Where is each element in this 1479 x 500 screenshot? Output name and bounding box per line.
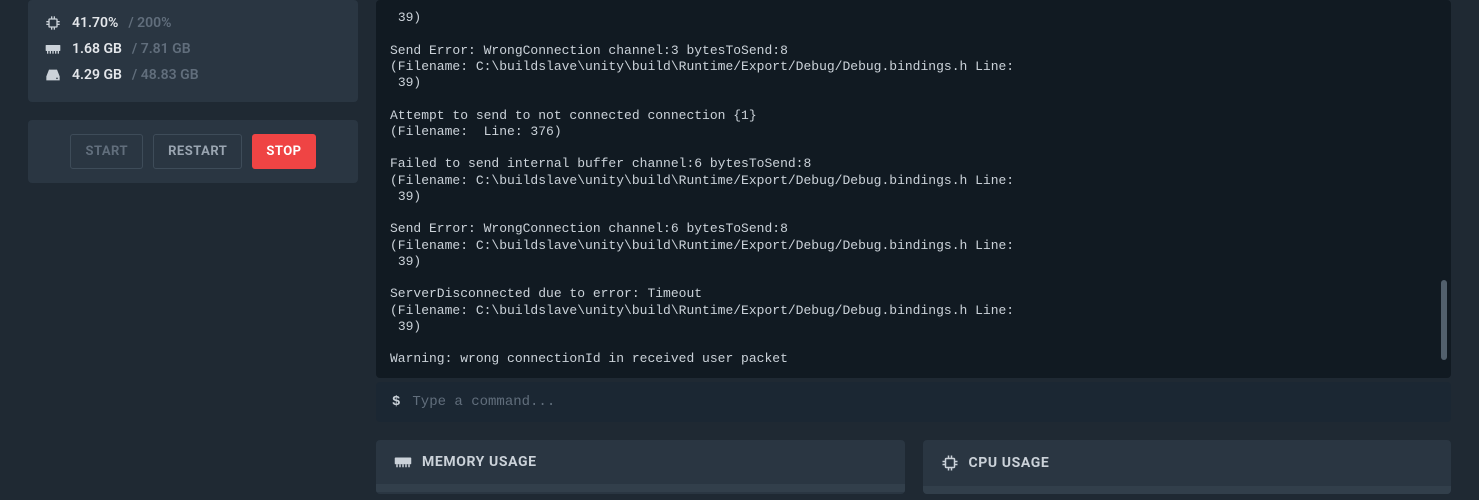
- console-log[interactable]: 39) Send Error: WrongConnection channel:…: [376, 0, 1451, 378]
- stats-card: 41.70% / 200% 1.68 GB / 7.81 GB 4.29 GB …: [28, 0, 358, 102]
- command-prompt-symbol: $: [392, 394, 400, 410]
- command-input[interactable]: [412, 394, 1435, 410]
- cpu-max: / 200%: [128, 15, 171, 31]
- cpu-icon: [44, 15, 62, 31]
- memory-max: / 7.81 GB: [132, 41, 191, 57]
- memory-usage-card: MEMORY USAGE: [376, 440, 905, 494]
- memory-chart-body: [376, 484, 905, 492]
- memory-value: 1.68 GB: [72, 41, 122, 57]
- disk-max: / 48.83 GB: [132, 67, 199, 83]
- cpu-usage-card: CPU USAGE: [923, 440, 1452, 494]
- memory-stat-row: 1.68 GB / 7.81 GB: [44, 36, 342, 62]
- restart-button[interactable]: RESTART: [153, 134, 242, 169]
- controls-card: START RESTART STOP: [28, 120, 358, 183]
- memory-icon: [394, 455, 412, 469]
- start-button[interactable]: START: [70, 134, 143, 169]
- disk-icon: [44, 68, 62, 82]
- memory-icon: [44, 43, 62, 55]
- cpu-icon: [941, 454, 959, 472]
- cpu-usage-title: CPU USAGE: [969, 455, 1050, 471]
- memory-usage-title: MEMORY USAGE: [422, 454, 537, 470]
- cpu-value: 41.70%: [72, 15, 118, 31]
- command-bar: $: [376, 382, 1451, 422]
- console-scrollbar[interactable]: [1441, 280, 1447, 360]
- disk-stat-row: 4.29 GB / 48.83 GB: [44, 62, 342, 88]
- stop-button[interactable]: STOP: [252, 134, 315, 169]
- disk-value: 4.29 GB: [72, 67, 122, 83]
- console-panel: 39) Send Error: WrongConnection channel:…: [376, 0, 1451, 378]
- cpu-stat-row: 41.70% / 200%: [44, 10, 342, 36]
- cpu-chart-body: [923, 486, 1452, 494]
